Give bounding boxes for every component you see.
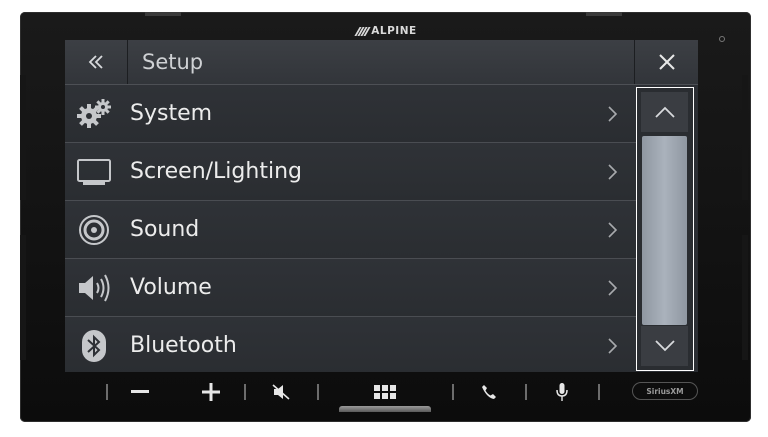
- separator: [452, 384, 454, 400]
- monitor-icon: [77, 159, 111, 185]
- menu-button[interactable]: [371, 378, 399, 406]
- menu-item-label: Screen/Lighting: [130, 159, 302, 184]
- scrollbar[interactable]: [636, 87, 694, 371]
- bluetooth-icon: [82, 330, 106, 362]
- chevron-right-icon: [608, 222, 618, 238]
- menu-grid-icon: [374, 385, 396, 399]
- close-button[interactable]: [634, 40, 698, 84]
- chevron-down-icon: [654, 340, 675, 352]
- volume-down-button[interactable]: [127, 378, 153, 406]
- scrollbar-thumb[interactable]: [642, 136, 687, 325]
- screen: Setup System Screen/Lighting Sound Volum…: [65, 40, 698, 372]
- menu-item-sound[interactable]: Sound: [65, 201, 637, 259]
- double-chevron-left-icon: [88, 55, 103, 69]
- top-edge-tab: [586, 12, 622, 16]
- chevron-up-icon: [654, 106, 675, 118]
- side-bracket: [742, 235, 748, 360]
- volume-up-icon: [202, 383, 220, 401]
- microphone-icon: [556, 383, 568, 401]
- volume-icon: [79, 274, 110, 302]
- side-bracket: [742, 75, 748, 200]
- menu-item-bluetooth[interactable]: Bluetooth: [65, 317, 637, 372]
- hardware-control-strip: [65, 378, 705, 406]
- menu-item-system[interactable]: System: [65, 85, 637, 143]
- siriusxm-badge: SiriusXM: [632, 382, 698, 400]
- speaker-icon: [79, 215, 109, 245]
- scroll-up-button[interactable]: [641, 92, 688, 132]
- side-bracket: [20, 235, 26, 360]
- menu-item-volume[interactable]: Volume: [65, 259, 637, 317]
- header-bar: Setup: [65, 40, 698, 85]
- phone-button[interactable]: [476, 378, 502, 406]
- mute-button[interactable]: [268, 378, 294, 406]
- page-title: Setup: [142, 50, 204, 74]
- siriusxm-label: SiriusXM: [646, 386, 684, 396]
- setup-menu-list: System Screen/Lighting Sound Volume Blue…: [65, 85, 637, 372]
- menu-item-label: Sound: [130, 217, 200, 242]
- scroll-down-button[interactable]: [641, 326, 688, 366]
- gears-icon: [77, 99, 111, 128]
- phone-icon: [482, 385, 496, 399]
- separator: [244, 384, 246, 400]
- separator: [525, 384, 527, 400]
- mute-icon: [272, 384, 290, 400]
- chevron-right-icon: [608, 164, 618, 180]
- menu-item-label: System: [130, 101, 213, 126]
- chevron-right-icon: [608, 338, 618, 354]
- menu-item-label: Volume: [130, 275, 212, 300]
- volume-down-icon: [131, 390, 149, 393]
- close-icon: [659, 54, 675, 70]
- home-bar[interactable]: [339, 406, 431, 412]
- chevron-right-icon: [608, 280, 618, 296]
- top-edge-tab: [145, 12, 181, 16]
- separator: [598, 384, 600, 400]
- side-bracket: [20, 75, 26, 200]
- menu-item-label: Bluetooth: [130, 333, 237, 358]
- brand-slashes: [354, 26, 371, 36]
- separator: [317, 384, 319, 400]
- back-button[interactable]: [65, 40, 128, 84]
- light-sensor: [719, 36, 725, 42]
- volume-up-button[interactable]: [198, 378, 224, 406]
- brand-logo: ALPINE: [342, 24, 432, 38]
- microphone-button[interactable]: [549, 378, 575, 406]
- brand-name: ALPINE: [371, 25, 417, 37]
- menu-item-screen-lighting[interactable]: Screen/Lighting: [65, 143, 637, 201]
- separator: [106, 384, 108, 400]
- chevron-right-icon: [608, 106, 618, 122]
